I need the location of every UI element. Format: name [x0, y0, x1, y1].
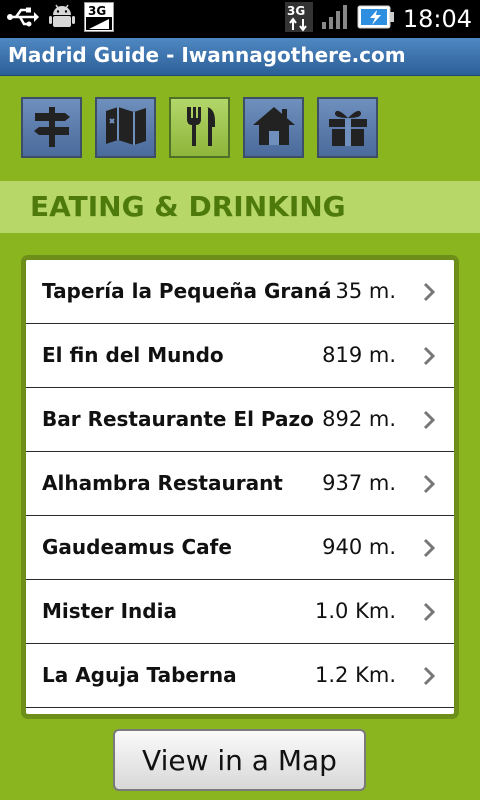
view-in-map-label: View in a Map: [142, 743, 337, 777]
3g-data-icon: 3G: [284, 2, 313, 36]
app-title-bar: Madrid Guide - Iwannagothere.com: [0, 38, 480, 76]
list-item[interactable]: Tapería la Pequeña Graná 35 m.: [26, 260, 454, 324]
status-clock: 18:04: [402, 5, 472, 33]
place-name: Tapería la Pequeña Graná: [42, 279, 332, 303]
places-list: Tapería la Pequeña Graná 35 m. El fin de…: [21, 255, 459, 719]
place-distance: 819 m.: [322, 343, 396, 367]
list-item[interactable]: Alhambra Restaurant 937 m.: [26, 452, 454, 516]
place-distance: 892 m.: [322, 407, 396, 431]
chevron-right-icon: [422, 666, 436, 686]
place-name: Alhambra Restaurant: [42, 471, 283, 495]
status-bar: 3G 3G 18:04: [0, 0, 480, 38]
place-name: La Aguja Taberna: [42, 663, 237, 687]
3g-data-label: 3G: [287, 4, 305, 18]
place-distance: 940 m.: [322, 535, 396, 559]
place-name: El fin del Mundo: [42, 343, 224, 367]
chevron-right-icon: [422, 474, 436, 494]
tab-directions[interactable]: [21, 97, 82, 158]
list-item[interactable]: Gaudeamus Cafe 940 m.: [26, 516, 454, 580]
chevron-right-icon: [422, 282, 436, 302]
chevron-right-icon: [422, 410, 436, 430]
view-in-map-button[interactable]: View in a Map: [113, 729, 366, 791]
list-item[interactable]: El fin del Mundo 819 m.: [26, 324, 454, 388]
chevron-right-icon: [422, 602, 436, 622]
3g-badge-label: 3G: [88, 4, 106, 18]
tab-eating-drinking[interactable]: [169, 97, 230, 158]
section-title: EATING & DRINKING: [30, 190, 346, 223]
place-distance: 1.0 Km.: [315, 599, 396, 623]
list-item[interactable]: Bar Restaurante El Pazo 892 m.: [26, 388, 454, 452]
chevron-right-icon: [422, 538, 436, 558]
app-title: Madrid Guide - Iwannagothere.com: [8, 43, 406, 67]
battery-charging-icon: [357, 4, 395, 34]
section-header: EATING & DRINKING: [0, 181, 480, 233]
gift-icon: [325, 103, 371, 153]
place-distance: 937 m.: [322, 471, 396, 495]
place-name: Gaudeamus Cafe: [42, 535, 232, 559]
category-tabs: [21, 97, 378, 158]
place-distance: 1.2 Km.: [315, 663, 396, 687]
signpost-icon: [29, 103, 75, 153]
place-distance: 35 m.: [335, 279, 396, 303]
chevron-right-icon: [422, 346, 436, 366]
fork-knife-icon: [177, 103, 223, 153]
place-name: Mister India: [42, 599, 177, 623]
house-icon: [250, 103, 298, 153]
tab-map[interactable]: [95, 97, 156, 158]
place-name: Bar Restaurante El Pazo: [42, 407, 314, 431]
usb-icon: [6, 6, 40, 32]
cell-signal-icon: [321, 4, 349, 34]
android-icon: [48, 3, 76, 35]
map-icon: [102, 103, 150, 153]
list-item[interactable]: La Aguja Taberna 1.2 Km.: [26, 644, 454, 708]
tab-shopping[interactable]: [317, 97, 378, 158]
tab-accommodation[interactable]: [243, 97, 304, 158]
list-item[interactable]: Mister India 1.0 Km.: [26, 580, 454, 644]
3g-signal-icon: 3G: [84, 2, 114, 36]
